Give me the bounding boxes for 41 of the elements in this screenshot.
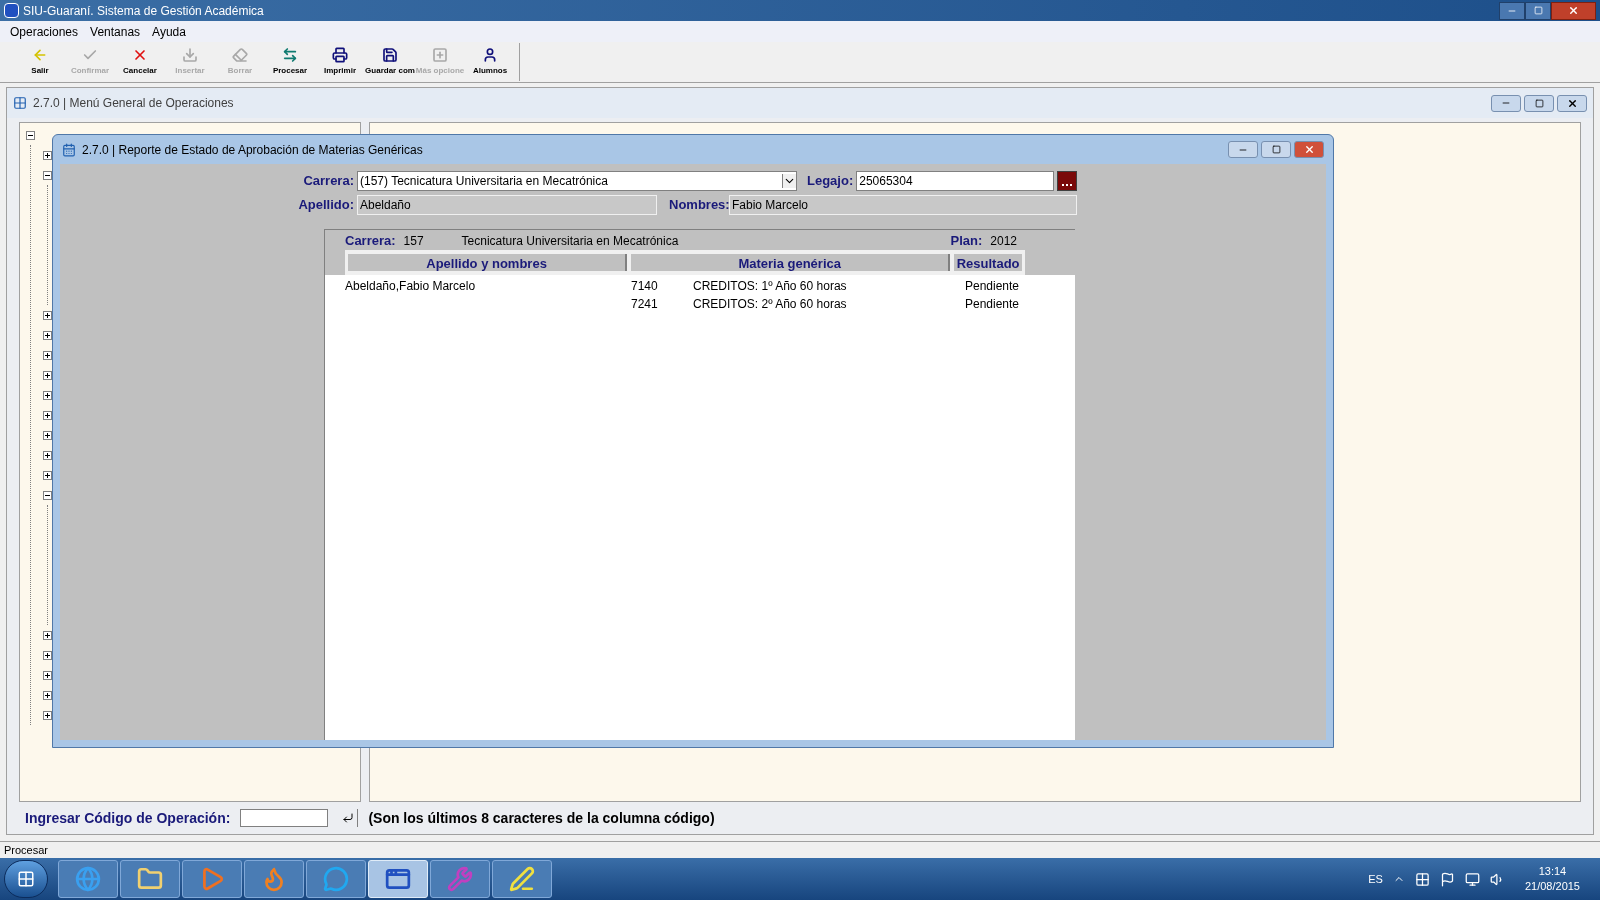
window-title: SIU-Guaraní. Sistema de Gestión Académica <box>23 2 264 20</box>
field-label: Nombres: <box>669 195 729 214</box>
code-cell-text: 7140 <box>631 278 659 295</box>
given-names-field[interactable]: Fabio Marcelo <box>729 194 1077 215</box>
student-cell-text: Abeldaño,Fabio Marcelo <box>345 278 477 295</box>
menu-item[interactable]: Ayuda <box>146 22 192 41</box>
plan-value: 2012 <box>990 233 1017 250</box>
field-label: Carrera: <box>345 232 396 251</box>
code-label: Ingresar Código de Operación: <box>25 808 231 828</box>
career-dropdown[interactable]: (157) Tecnicatura Universitaria en Mecatrónica <box>357 170 797 191</box>
toolbar-button[interactable]: Imprimir <box>315 43 365 81</box>
column-header: Materia genérica <box>631 254 951 271</box>
toolbar-button[interactable]: Cancelar <box>115 43 165 81</box>
window-title: 2.7.0 | Menú General de Operaciones <box>33 95 234 112</box>
column-header: Resultado <box>954 254 1022 271</box>
file-number-field[interactable]: 25065304 <box>856 170 1055 191</box>
result-cell-text: Pendiente <box>965 278 1020 295</box>
toolbar-button[interactable]: Salir <box>15 43 65 81</box>
language-indicator[interactable]: ES <box>1368 870 1383 888</box>
code-hint: (Son los últimos 8 caracteres de la columna código) <box>368 808 715 828</box>
subject-cell-text: CREDITOS: 2º Año 60 horas <box>693 296 848 313</box>
menu-item[interactable]: Operaciones <box>4 22 85 41</box>
field-label: Legajo: <box>807 171 855 190</box>
career-name: Tecnicatura Universitaria en Mecatrónica <box>461 233 679 250</box>
menu-item[interactable]: Ventanas <box>84 22 147 41</box>
result-cell-text: Pendiente <box>965 296 1020 313</box>
field-label: Plan: <box>950 232 983 251</box>
column-header: Apellido y nombres <box>348 254 628 271</box>
clock-date[interactable]: 21/08/2015 <box>1524 879 1580 894</box>
field-label: Carrera: <box>302 171 355 190</box>
subject-cell-text: CREDITOS: 1º Año 60 horas <box>693 278 848 295</box>
window-title: 2.7.0 | Reporte de Estado de Aprobación de Materias Genéricas <box>82 141 423 159</box>
toolbar-button[interactable]: Guardar com <box>365 43 415 81</box>
code-cell-text: 7241 <box>631 296 659 313</box>
status-text: Procesar <box>4 842 49 858</box>
surname-field[interactable]: Abeldaño <box>357 194 657 215</box>
toolbar-button[interactable]: Procesar <box>265 43 315 81</box>
field-label: Apellido: <box>297 195 355 214</box>
clock-time[interactable]: 13:14 <box>1538 864 1567 879</box>
career-code: 157 <box>403 233 425 250</box>
toolbar-button[interactable]: Alumnos <box>465 43 515 81</box>
